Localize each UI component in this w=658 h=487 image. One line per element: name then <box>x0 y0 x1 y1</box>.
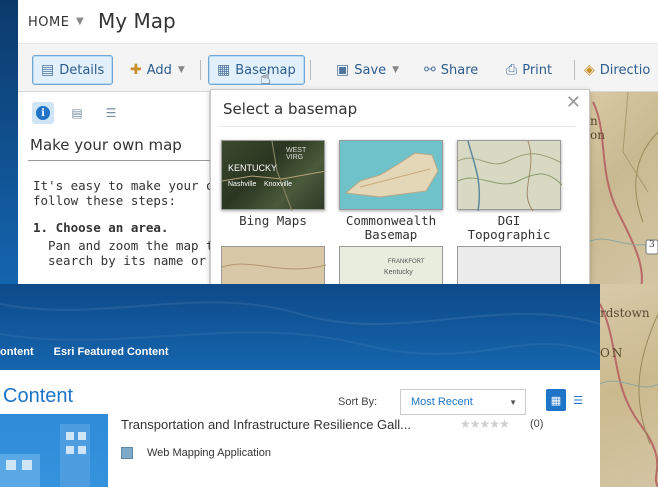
rating-count: (0) <box>530 418 544 430</box>
nav-esri-featured[interactable]: Esri Featured Content <box>54 346 169 358</box>
map-roads <box>588 92 658 300</box>
popup-title: Select a basemap <box>223 100 358 118</box>
dgi-map-thumb-art <box>457 140 563 212</box>
save-label: Save <box>354 62 387 78</box>
basemap-label[interactable]: Commonwealth Basemap <box>331 214 451 242</box>
directions-button[interactable]: ◈ Directio <box>584 55 650 85</box>
add-label: Add <box>146 62 172 78</box>
details-label: Details <box>59 62 105 78</box>
road-badge: 3 <box>649 240 655 250</box>
web-app-icon <box>121 447 133 459</box>
item-thumbnail[interactable] <box>0 414 108 487</box>
home-menu[interactable]: HOME <box>28 15 69 30</box>
share-button[interactable]: ⚯ Share <box>424 55 478 85</box>
toolbar-divider <box>310 60 311 80</box>
map-canvas[interactable]: n on 3 <box>588 92 658 300</box>
content-header: ontent Esri Featured Content <box>0 284 600 370</box>
map-label: Nashville <box>228 181 257 188</box>
step-description: Pan and zoom the map to search by its na… <box>48 238 236 268</box>
map-label: ON <box>600 346 625 360</box>
basemap-label[interactable]: DGI Topographic <box>449 214 569 242</box>
add-icon: ✚ <box>130 62 142 78</box>
building-thumb-art <box>0 424 90 487</box>
content-page: ontent Esri Featured Content Content Sor… <box>0 284 600 487</box>
item-title-link[interactable]: Transportation and Infrastructure Resili… <box>121 417 411 432</box>
nav-my-content[interactable]: ontent <box>0 346 34 358</box>
sort-select[interactable]: Most Recent ▼ <box>400 389 526 415</box>
map-canvas-lower[interactable]: rdstown ON <box>600 284 658 487</box>
directions-icon: ◈ <box>584 62 595 78</box>
rating-stars[interactable]: ★★★★★ <box>460 417 510 431</box>
chevron-down-icon: ▼ <box>392 65 400 75</box>
tab-about[interactable]: i <box>32 102 54 124</box>
item-type: Web Mapping Application <box>121 447 271 459</box>
basemap-thumb-dgi-topo[interactable] <box>457 140 563 212</box>
toolbar: ▤ Details ✚ Add ▼ ▦ Basemap ▣ Save ▼ ⚯ S… <box>18 44 658 92</box>
print-label: Print <box>522 62 553 78</box>
top-bar: HOME ▼ My Map <box>18 0 658 44</box>
map-label: Knoxville <box>264 181 293 188</box>
hand-cursor-icon: ☝ <box>260 68 271 89</box>
content-nav: ontent Esri Featured Content <box>0 346 169 358</box>
share-label: Share <box>440 62 479 78</box>
commonwealth-map-thumb-art <box>344 152 439 198</box>
grid-icon: ▦ <box>550 393 562 407</box>
panel-heading: Make your own map <box>30 136 182 154</box>
chevron-down-icon[interactable]: ▼ <box>76 16 84 27</box>
basemap-thumb-bing[interactable]: KENTUCKY WEST VIRG Nashville Knoxville <box>221 140 327 212</box>
add-button[interactable]: ✚ Add ▼ <box>130 55 185 85</box>
content-list-icon: ▤ <box>71 106 83 120</box>
printer-icon: ⎙ <box>506 62 518 78</box>
legend-icon: ☰ <box>105 106 117 120</box>
sort-by-label: Sort By: <box>338 396 378 408</box>
info-icon: i <box>36 106 50 120</box>
directions-label: Directio <box>599 62 651 78</box>
basemap-gallery-popup: Select a basemap ✕ KENTUCKY WEST VIRG Na… <box>210 89 590 290</box>
view-toggle: ▦ ☰ <box>546 389 588 411</box>
list-view-button[interactable]: ☰ <box>568 389 588 411</box>
grid-view-button[interactable]: ▦ <box>546 389 566 411</box>
list-icon: ☰ <box>573 393 583 407</box>
map-label: FRANKFORT <box>388 259 425 265</box>
basemap-thumb-commonwealth[interactable] <box>339 140 443 210</box>
basemap-grid-icon: ▦ <box>217 62 231 78</box>
map-label: n <box>590 114 598 128</box>
map-label: WEST VIRG <box>286 147 307 161</box>
basemap-button[interactable]: ▦ Basemap <box>208 55 305 85</box>
close-icon[interactable]: ✕ <box>566 92 581 113</box>
chevron-down-icon: ▼ <box>509 398 517 407</box>
map-label: KENTUCKY <box>228 163 278 173</box>
tab-content[interactable]: ▤ <box>66 102 88 124</box>
divider <box>219 126 575 127</box>
save-icon: ▣ <box>336 62 350 78</box>
map-label: rdstown <box>600 306 650 320</box>
map-label: on <box>590 128 605 142</box>
details-icon: ▤ <box>41 62 55 78</box>
map-title: My Map <box>98 9 176 33</box>
save-button[interactable]: ▣ Save ▼ <box>336 55 399 85</box>
link-icon: ⚯ <box>424 62 436 78</box>
map-label: Kentucky <box>384 269 413 276</box>
print-button[interactable]: ⎙ Print <box>506 55 552 85</box>
basemap-label[interactable]: Bing Maps <box>213 214 333 228</box>
chevron-down-icon: ▼ <box>177 65 185 75</box>
divider <box>28 160 210 161</box>
toolbar-divider <box>574 60 575 80</box>
toolbar-divider <box>200 60 201 80</box>
sort-value: Most Recent <box>411 396 473 408</box>
tab-legend[interactable]: ☰ <box>100 102 122 124</box>
details-panel: i ▤ ☰ Make your own map It's easy to mak… <box>18 92 236 300</box>
details-button[interactable]: ▤ Details <box>32 55 114 85</box>
step-title: 1. Choose an area. <box>33 220 169 235</box>
panel-tabs: i ▤ ☰ <box>32 102 122 124</box>
item-type-label: Web Mapping Application <box>147 447 271 459</box>
page-title: Content <box>3 385 74 407</box>
